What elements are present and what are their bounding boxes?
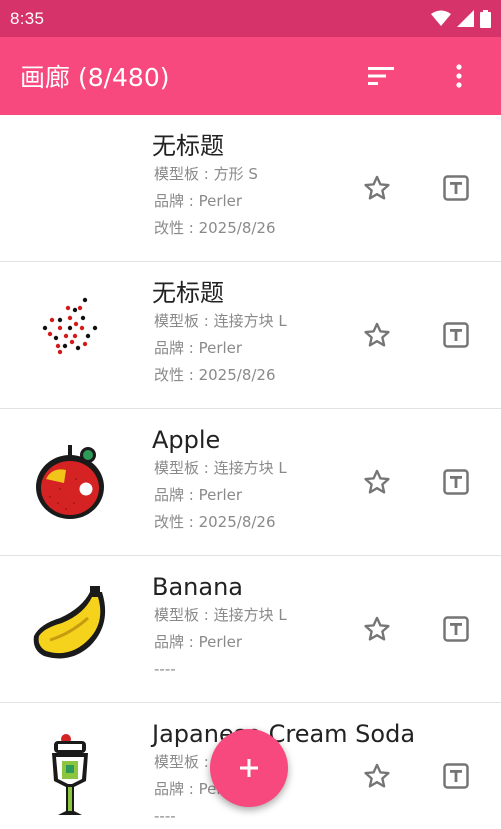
favorite-button[interactable]	[359, 464, 395, 500]
star-outline-icon	[364, 175, 390, 200]
gallery-list: 无标题 模型板 : 方形 S 品牌 : Perler 改性 : 2025/8/2…	[0, 115, 501, 829]
thumbnail-scatter	[42, 297, 98, 355]
item-title: Japanese Cream Soda	[152, 720, 416, 748]
favorite-button[interactable]	[359, 170, 395, 206]
star-outline-icon	[364, 469, 390, 494]
item-title: Banana	[152, 573, 244, 601]
thumbnail-apple	[36, 445, 104, 519]
item-modified: 改性 : 2025/8/26	[154, 513, 276, 531]
text-box-icon	[443, 616, 469, 642]
plus-icon	[240, 759, 258, 777]
text-box-icon	[443, 469, 469, 495]
cell-signal-icon	[457, 10, 474, 27]
status-icons	[431, 9, 491, 28]
sort-icon	[368, 67, 394, 85]
favorite-button[interactable]	[359, 758, 395, 794]
star-outline-icon	[364, 763, 390, 788]
sort-button[interactable]	[359, 54, 403, 98]
item-modified: ----	[154, 660, 176, 678]
thumbnail-banana	[33, 586, 106, 659]
wifi-icon	[431, 10, 451, 26]
add-pattern-button[interactable]	[210, 729, 288, 807]
thumbnail-blank	[30, 143, 110, 233]
rename-button[interactable]	[438, 170, 474, 206]
battery-icon	[480, 9, 491, 28]
text-box-icon	[443, 175, 469, 201]
rename-button[interactable]	[438, 611, 474, 647]
list-item[interactable]: 无标题 模型板 : 方形 S 品牌 : Perler 改性 : 2025/8/2…	[0, 115, 501, 262]
list-item[interactable]: Apple 模型板 : 连接方块 L 品牌 : Perler 改性 : 2025…	[0, 409, 501, 556]
list-item[interactable]: 无标题 模型板 : 连接方块 L 品牌 : Perler 改性 : 2025/8…	[0, 262, 501, 409]
favorite-button[interactable]	[359, 611, 395, 647]
item-modified: 改性 : 2025/8/26	[154, 366, 276, 384]
star-outline-icon	[364, 616, 390, 641]
item-modified: ----	[154, 807, 176, 825]
item-modified: 改性 : 2025/8/26	[154, 219, 276, 237]
rename-button[interactable]	[438, 758, 474, 794]
star-outline-icon	[364, 322, 390, 347]
text-box-icon	[443, 763, 469, 789]
rename-button[interactable]	[438, 464, 474, 500]
status-time: 8:35	[10, 8, 45, 28]
app-bar: 画廊 (8/480)	[0, 37, 501, 115]
item-title: Apple	[152, 426, 221, 454]
app-title: 画廊 (8/480)	[20, 63, 170, 92]
rename-button[interactable]	[438, 317, 474, 353]
text-box-icon	[443, 322, 469, 348]
more-options-button[interactable]	[437, 54, 481, 98]
status-bar: 8:35	[0, 0, 501, 37]
item-title: 无标题	[152, 132, 224, 160]
list-item[interactable]: Banana 模型板 : 连接方块 L 品牌 : Perler ----	[0, 556, 501, 703]
item-title: 无标题	[152, 279, 224, 307]
more-vert-icon	[456, 64, 462, 88]
thumbnail-cream-soda	[52, 734, 88, 815]
favorite-button[interactable]	[359, 317, 395, 353]
